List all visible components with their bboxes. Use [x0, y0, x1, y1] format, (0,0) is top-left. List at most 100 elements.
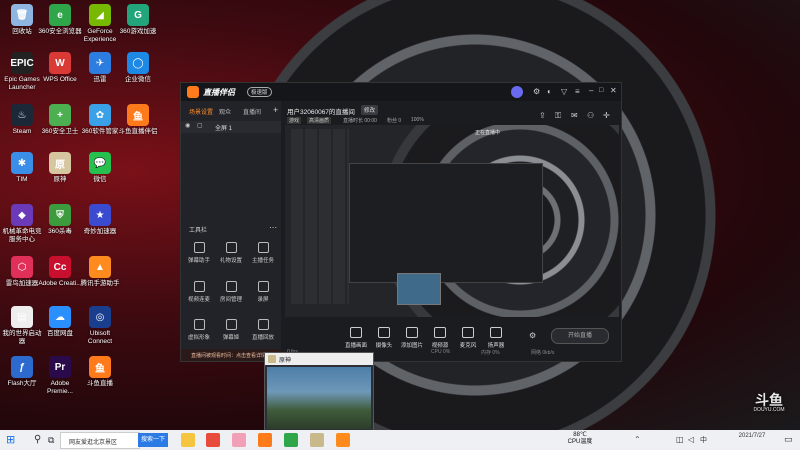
network-icon[interactable]: ◫	[676, 435, 684, 444]
room-edit-button[interactable]: 修改	[361, 105, 379, 115]
desktop-icon[interactable]: G 360游戏加速	[116, 4, 160, 36]
tool-cell[interactable]: 礼物设置	[216, 242, 246, 264]
app-logo-icon	[187, 86, 199, 98]
tool-cell[interactable]: 视频连麦	[184, 281, 214, 303]
tab-audience[interactable]: 观众	[219, 107, 231, 116]
desktop-icon[interactable]: Pr Adobe Premie...	[38, 356, 82, 396]
search-input[interactable]: 网友爱逛北京景区	[69, 437, 117, 446]
notification-icon[interactable]: ▭	[784, 434, 793, 445]
browser-icon[interactable]	[284, 433, 298, 447]
tool-cell[interactable]: 弹幕助手	[184, 242, 214, 264]
menu-icon[interactable]: ≡	[575, 87, 580, 96]
users-icon[interactable]: ⚇	[587, 111, 594, 120]
start-live-button[interactable]: 开始直播	[551, 328, 609, 344]
tool-cell[interactable]: 弹幕姬	[216, 319, 246, 341]
control-button[interactable]: 直播画面	[343, 327, 369, 349]
file-explorer-icon[interactable]	[181, 433, 195, 447]
minimize-icon[interactable]: –	[589, 86, 593, 95]
desktop-icon[interactable]: ◎ Ubisoft Connect	[78, 306, 122, 346]
tab-scene[interactable]: 场景设置	[189, 107, 213, 116]
app-icon: 🗑	[11, 4, 33, 26]
desktop-icon[interactable]: 原原神	[38, 152, 82, 184]
game-window[interactable]: 原神	[264, 352, 374, 432]
control-button[interactable]: 扬声器	[483, 327, 509, 349]
scene-panel: 场景设置 观众 直播间 + ◉ ▢ 全屏 1 工具栏 ⋯ 弹幕助手 礼物设置 主…	[181, 101, 281, 361]
desktop-icon[interactable]: ☁ 百度网盘	[38, 306, 82, 338]
control-button[interactable]: 添加图片	[399, 327, 425, 349]
taskbar-app-icon[interactable]	[232, 433, 246, 447]
desktop-icon-label: 奇妙加速器	[83, 228, 117, 235]
danmu-icon	[193, 242, 205, 253]
genshin-app-icon[interactable]	[310, 433, 324, 447]
desktop-icon[interactable]: e 360安全浏览器	[38, 4, 82, 36]
desktop-icon[interactable]: ⛨ 360杀毒	[38, 204, 82, 236]
gift-icon[interactable]: ⚿	[555, 111, 561, 121]
taskbar-app-icon[interactable]	[206, 433, 220, 447]
search-icon[interactable]: ⚲	[34, 434, 41, 446]
desktop-icon[interactable]: ★ 奇妙加速器	[78, 204, 122, 236]
douyu-app-icon[interactable]	[258, 433, 272, 447]
clock[interactable]: 2021/7/27	[728, 432, 776, 440]
tab-room[interactable]: 直播间	[243, 107, 261, 116]
desktop-icon-label: 原神	[53, 176, 67, 183]
status-item: 网络 0kb/s	[531, 350, 555, 356]
desktop-icon[interactable]: Cc Adobe Creati...	[38, 256, 82, 288]
avatar[interactable]	[511, 86, 523, 98]
message-icon[interactable]: ✉	[571, 111, 578, 120]
desktop-icon[interactable]: ◯ 企业微信	[116, 52, 160, 84]
pin-icon[interactable]: ✛	[603, 111, 610, 120]
screen-icon	[350, 327, 362, 338]
app-icon: Pr	[49, 356, 71, 378]
replay-icon	[257, 319, 269, 330]
app-icon: ◢	[89, 4, 111, 26]
language-indicator[interactable]: 中	[700, 435, 707, 445]
tools-more-icon[interactable]: ⋯	[269, 223, 277, 232]
tool-cell[interactable]: 房间管理	[216, 281, 246, 303]
tool-cell[interactable]: 直播回放	[248, 319, 278, 341]
scene-name: 全屏 1	[215, 126, 233, 132]
version-badge: 极速版	[247, 87, 272, 97]
control-button[interactable]: 麦克风	[455, 327, 481, 349]
gift-icon	[225, 242, 237, 253]
close-icon[interactable]: ✕	[610, 86, 617, 95]
settings-icon[interactable]: ⚙	[533, 87, 540, 96]
room-meta: 粉丝 0	[387, 118, 402, 124]
add-scene-icon[interactable]: +	[273, 105, 278, 115]
tool-cell[interactable]: 虚拟形象	[184, 319, 214, 341]
control-button[interactable]: 视频源	[427, 327, 453, 349]
share-icon[interactable]: ⇪	[539, 111, 546, 120]
desktop-icon[interactable]: 鱼斗鱼直播	[78, 356, 122, 388]
desktop-icon[interactable]: +360安全卫士	[38, 104, 82, 136]
search-box[interactable]: 网友爱逛北京景区	[60, 432, 140, 449]
desktop-icon[interactable]: ▲ 腾讯手游助手	[78, 256, 122, 288]
start-icon[interactable]: ⊞	[6, 434, 15, 446]
douyu-live-app-icon[interactable]	[336, 433, 350, 447]
search-button[interactable]: 搜索一下	[138, 433, 168, 447]
desktop-icon[interactable]: 💬 微信	[78, 152, 122, 184]
stream-preview[interactable]: 正在直播中	[285, 125, 619, 317]
desktop-icon[interactable]: 鱼斗鱼直播伴侣	[116, 104, 160, 136]
lock-icon[interactable]: ▢	[197, 122, 203, 129]
tool-cell[interactable]: 录屏	[248, 281, 278, 303]
game-title-bar: 原神	[265, 353, 373, 365]
maximize-icon[interactable]: □	[599, 87, 603, 94]
task-view-icon[interactable]: ⧉	[48, 434, 54, 446]
scene-item[interactable]: ◉ ▢ 全屏 1	[181, 121, 281, 133]
chat-icon	[225, 319, 237, 330]
control-button[interactable]: 摄像头	[371, 327, 397, 349]
weather-label: CPU温度	[567, 439, 593, 445]
game-scene	[267, 367, 371, 429]
app-icon: 鱼	[89, 356, 111, 378]
desktop-icon[interactable]: W WPS Office	[38, 52, 82, 84]
volume-icon[interactable]: ◁	[688, 435, 694, 444]
weather-widget[interactable]: 88℃ CPU温度	[560, 432, 600, 446]
app-title-bar: 直播伴侣 极速版 ⚙ ◐ ▽ ≡ – □ ✕	[181, 83, 621, 101]
tool-cell[interactable]: 主播任务	[248, 242, 278, 264]
skin-icon[interactable]: ◐	[547, 87, 552, 96]
eye-icon[interactable]: ◉	[185, 122, 190, 129]
filter-icon[interactable]: ▽	[561, 87, 567, 96]
app-icon: ✱	[11, 152, 33, 174]
app-icon: ◎	[89, 306, 111, 328]
tray-icon[interactable]: ⌃	[634, 435, 641, 444]
settings-small-icon[interactable]: ⚙	[529, 331, 536, 340]
